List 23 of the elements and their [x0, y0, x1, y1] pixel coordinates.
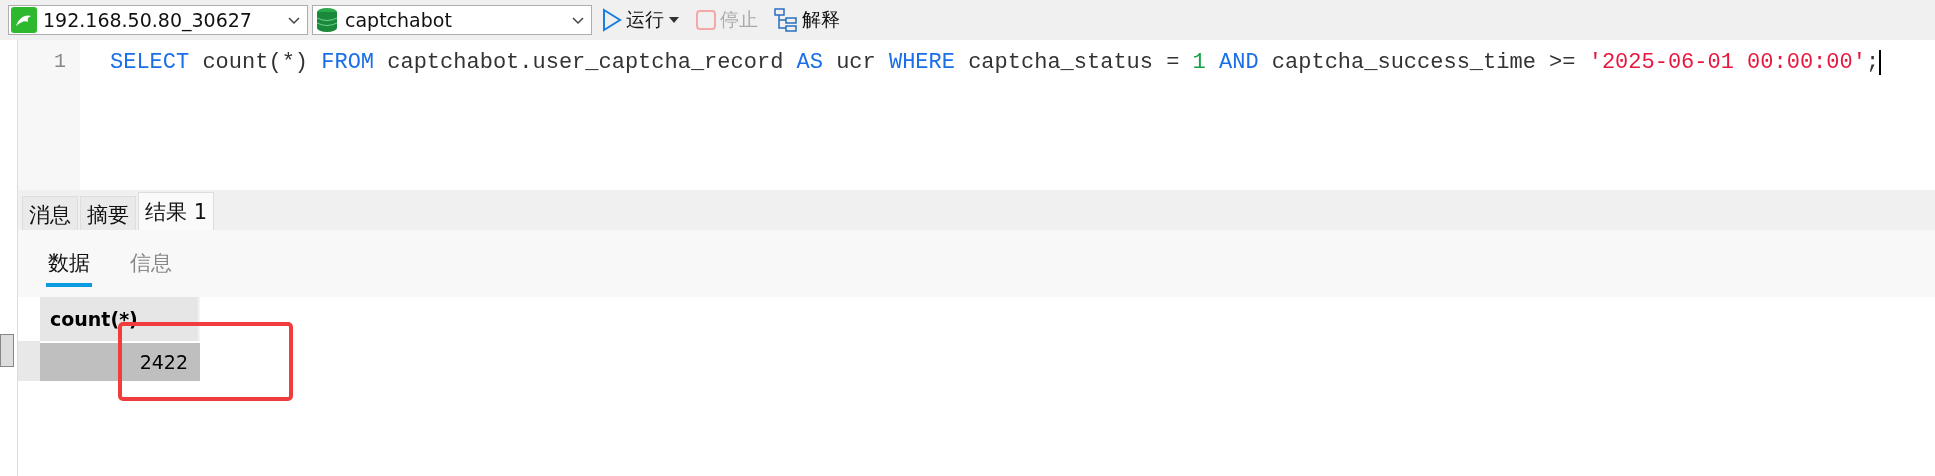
- connection-dropdown[interactable]: 192.168.50.80_30627: [8, 5, 308, 35]
- database-name: captchabot: [345, 9, 453, 31]
- result-tab[interactable]: 结果 1: [138, 192, 215, 230]
- table-cell[interactable]: 2422: [40, 341, 200, 381]
- caret-icon: [668, 16, 680, 24]
- chevron-icon: [571, 15, 585, 25]
- database-dropdown[interactable]: captchabot: [312, 5, 592, 35]
- view-tab[interactable]: 数据: [46, 240, 92, 287]
- side-handle[interactable]: [0, 334, 14, 367]
- database-icon: [315, 7, 339, 33]
- play-icon: [602, 8, 622, 32]
- connection-name: 192.168.50.80_30627: [43, 9, 253, 31]
- tree-icon: [774, 8, 798, 32]
- stop-icon: [696, 10, 716, 30]
- result-tab[interactable]: 消息: [22, 196, 78, 230]
- code-line: SELECT count(*) FROM captchabot.user_captcha_record AS ucr WHERE captcha_status = 1 AND captcha_success_time >= '2025-06-01 00:00:00';: [110, 50, 1882, 75]
- run-button[interactable]: 运行: [596, 7, 686, 33]
- chevron-icon: [287, 15, 301, 25]
- column-header[interactable]: count(*): [40, 297, 200, 341]
- result-tab[interactable]: 摘要: [80, 196, 136, 230]
- dolphin-icon: [11, 7, 37, 33]
- line-number: 1: [53, 50, 66, 73]
- explain-button[interactable]: 解释: [768, 7, 846, 33]
